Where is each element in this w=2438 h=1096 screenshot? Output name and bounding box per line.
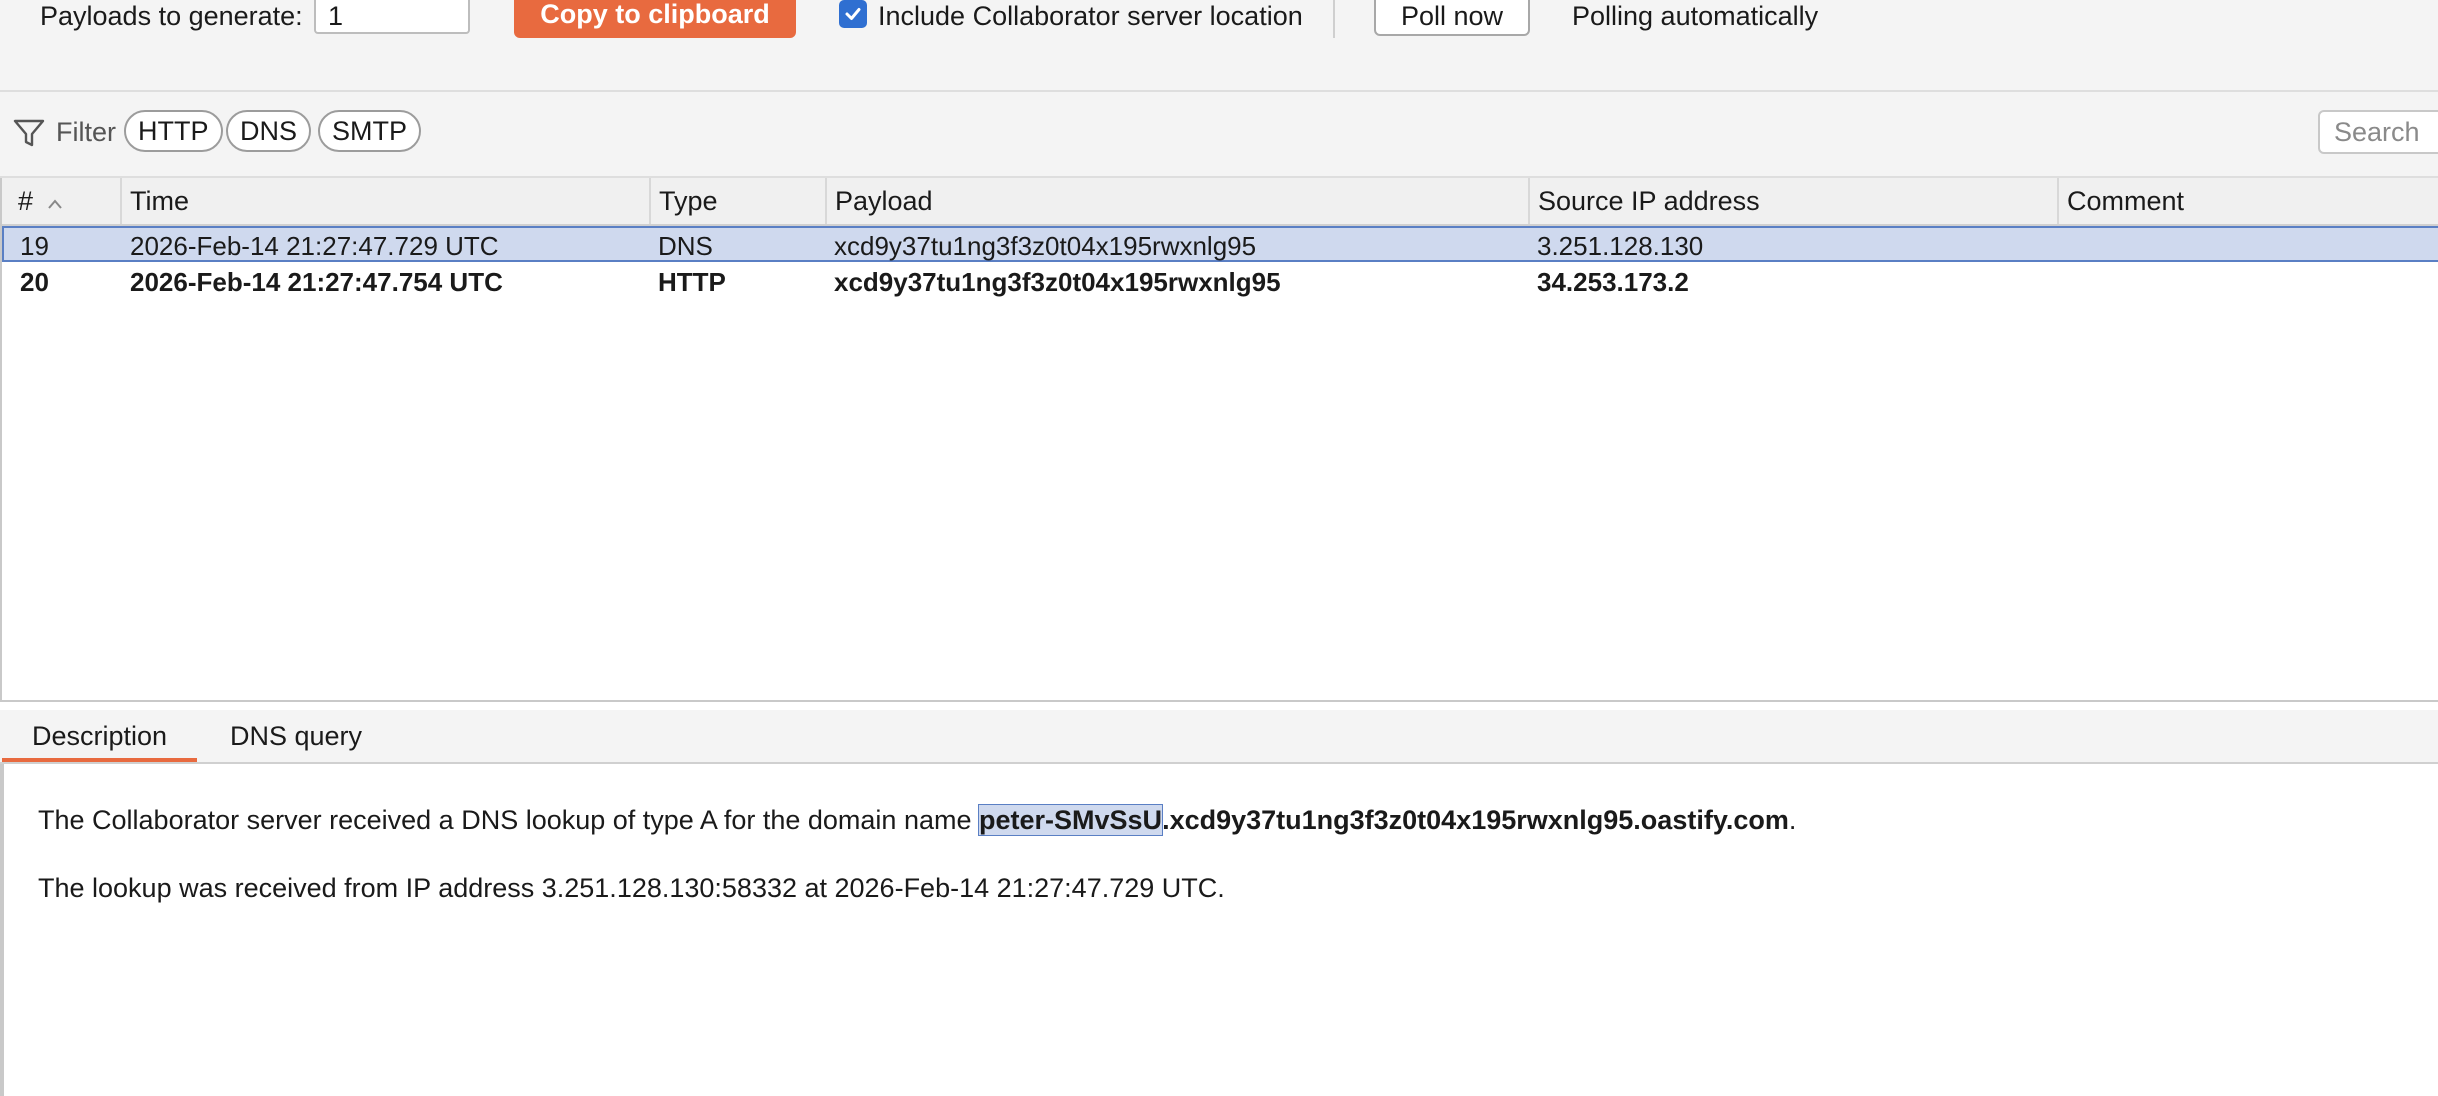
toolbar: Payloads to generate: 1 Copy to clipboar… — [0, 0, 2438, 92]
include-location-label: Include Collaborator server location — [878, 1, 1303, 31]
filter-pill-smtp[interactable]: SMTP — [318, 110, 422, 152]
description-pane: The Collaborator server received a DNS l… — [0, 764, 2438, 1096]
payloads-count-input[interactable]: 1 — [314, 0, 470, 34]
column-header-time[interactable]: Time — [122, 178, 651, 224]
description-suffix: . — [1788, 805, 1797, 835]
column-header-number[interactable]: # — [10, 178, 122, 224]
copy-to-clipboard-button[interactable]: Copy to clipboard — [514, 0, 796, 38]
row-source-ip: 34.253.173.2 — [1537, 267, 1689, 297]
row-source-ip: 3.251.128.130 — [1537, 231, 1704, 261]
poll-now-button[interactable]: Poll now — [1374, 0, 1530, 36]
description-prefix: The Collaborator server received a DNS l… — [38, 805, 979, 835]
tab-dns-query[interactable]: DNS query — [200, 710, 392, 762]
domain-highlight[interactable]: peter-SMvSsU — [977, 804, 1164, 836]
include-location-checkbox[interactable] — [839, 0, 867, 28]
detail-tabs: Description DNS query — [0, 710, 2438, 764]
row-payload: xcd9y37tu1ng3f3z0t04x195rwxnlg95 — [834, 267, 1281, 297]
column-header-payload[interactable]: Payload — [827, 178, 1530, 224]
column-header-type[interactable]: Type — [651, 178, 827, 224]
row-number: 20 — [20, 267, 49, 297]
description-line-2[interactable]: The lookup was received from IP address … — [38, 870, 1225, 906]
interactions-table: # Time Type Payload Source IP address Co… — [0, 178, 2438, 702]
column-header-number-label: # — [18, 186, 34, 216]
row-time: 2026-Feb-14 21:27:47.754 UTC — [130, 267, 503, 297]
row-time: 2026-Feb-14 21:27:47.729 UTC — [130, 231, 499, 261]
filter-pill-http[interactable]: HTTP — [124, 110, 223, 152]
filter-bar: Filter HTTP DNS SMTP Search — [0, 92, 2438, 178]
description-line-1: The Collaborator server received a DNS l… — [38, 802, 1796, 838]
domain-rest[interactable]: .xcd9y37tu1ng3f3z0t04x195rwxnlg95.oastif… — [1162, 805, 1789, 835]
polling-status: Polling automatically — [1572, 1, 1819, 31]
payloads-label: Payloads to generate: — [40, 1, 303, 31]
toolbar-divider — [1333, 0, 1335, 38]
row-type: DNS — [658, 231, 713, 261]
row-type: HTTP — [658, 267, 726, 297]
search-input[interactable]: Search — [2318, 110, 2438, 154]
table-row[interactable]: 19 2026-Feb-14 21:27:47.729 UTC DNS xcd9… — [2, 226, 2438, 262]
column-header-source-ip[interactable]: Source IP address — [1530, 178, 2059, 224]
row-payload: xcd9y37tu1ng3f3z0t04x195rwxnlg95 — [834, 231, 1257, 261]
checkmark-icon — [845, 8, 861, 20]
filter-label[interactable]: Filter — [56, 116, 116, 148]
table-row[interactable]: 20 2026-Feb-14 21:27:47.754 UTC HTTP xcd… — [2, 264, 2438, 300]
column-header-comment[interactable]: Comment — [2059, 178, 2438, 224]
tab-description[interactable]: Description — [2, 710, 198, 762]
filter-pill-dns[interactable]: DNS — [226, 110, 312, 152]
sort-ascending-icon — [47, 199, 62, 209]
table-header: # Time Type Payload Source IP address Co… — [2, 178, 2438, 226]
filter-icon[interactable] — [12, 116, 46, 150]
row-number: 19 — [20, 231, 49, 261]
